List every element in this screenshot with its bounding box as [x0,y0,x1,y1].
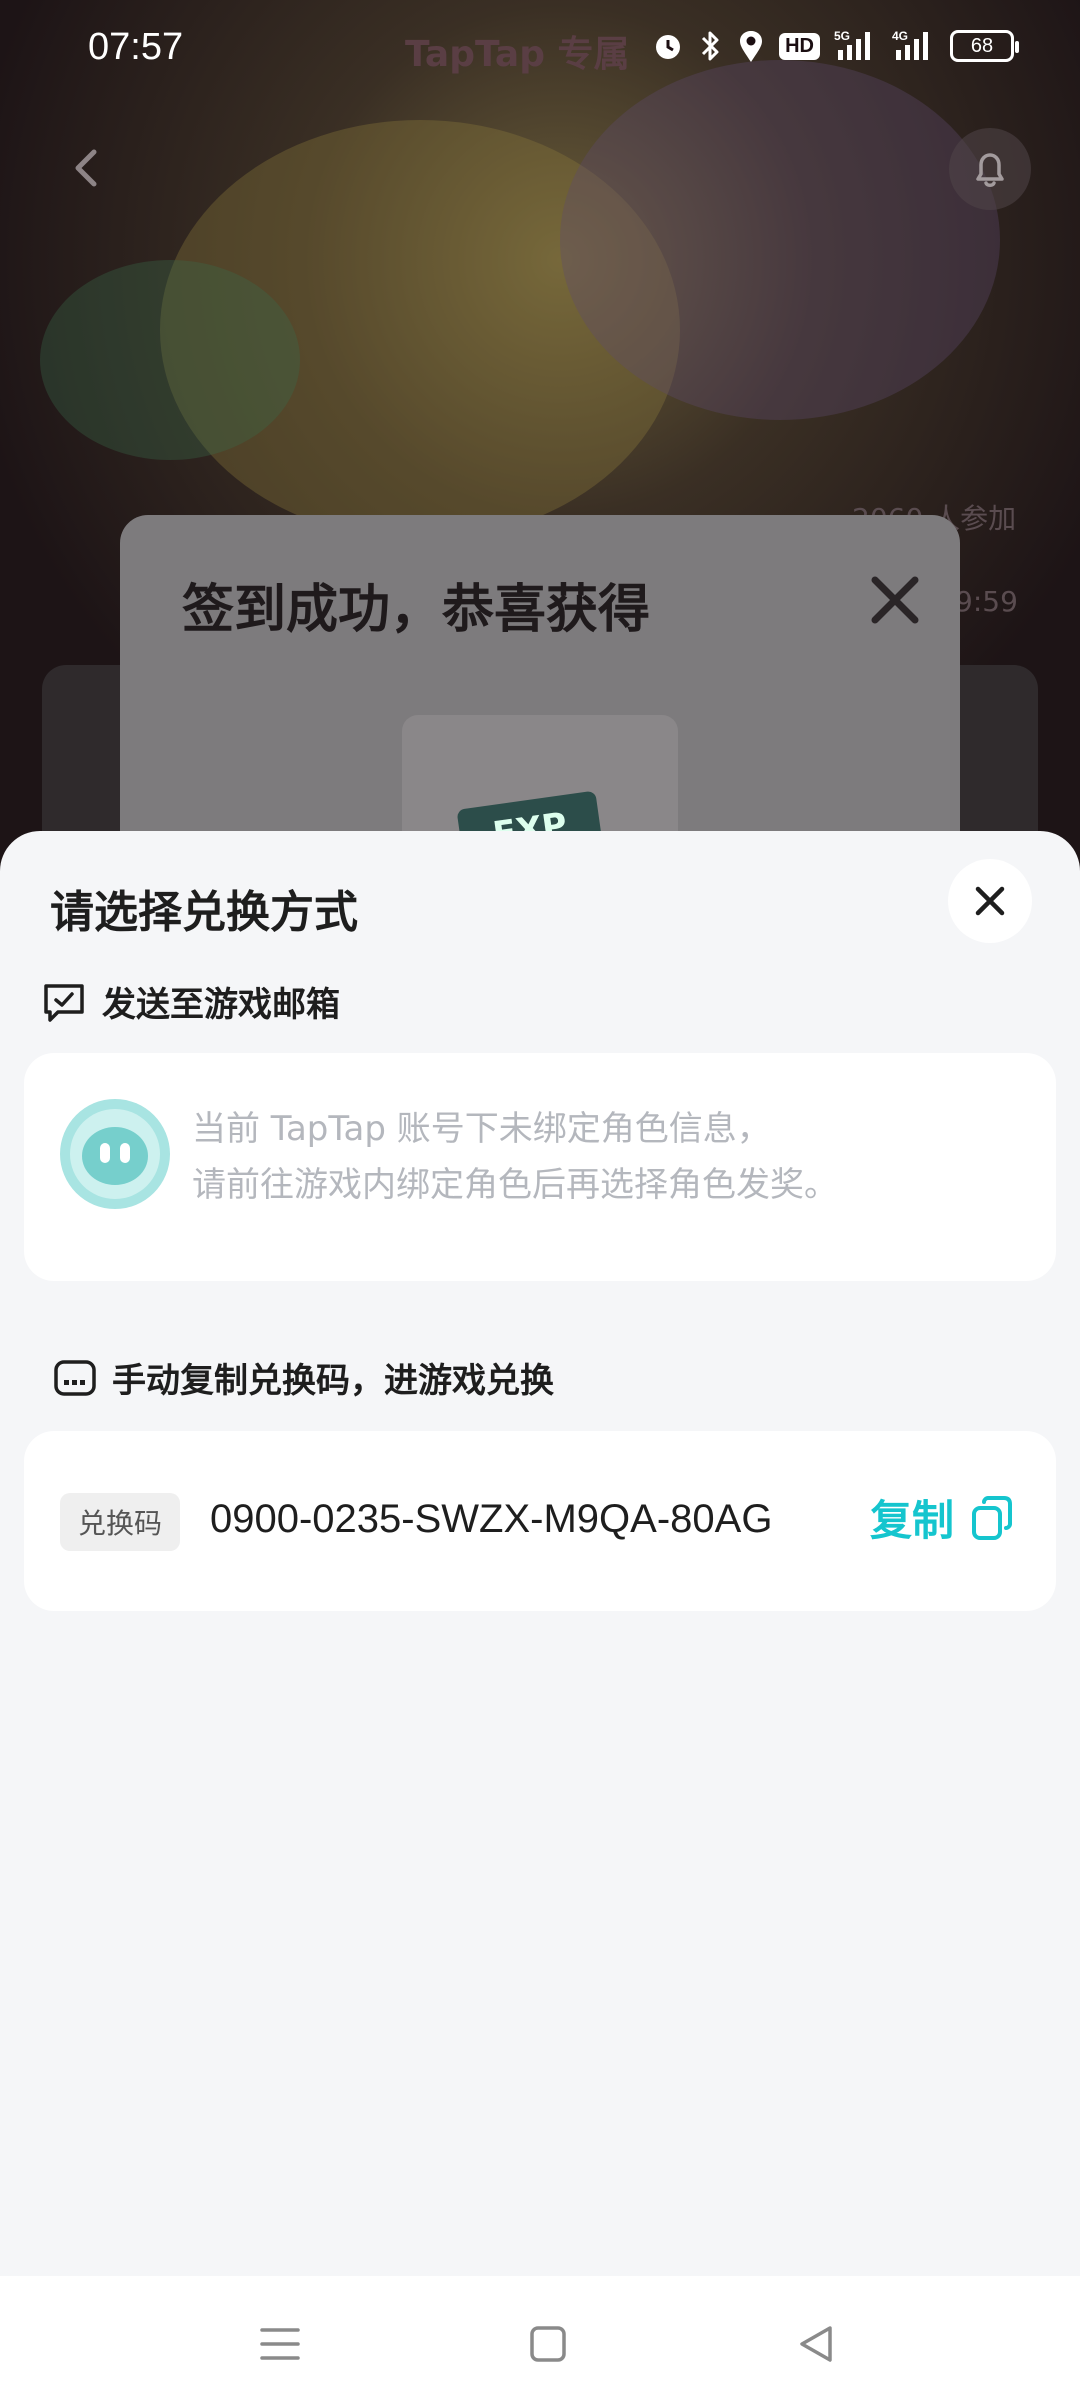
message-line-2: 请前往游戏内绑定角色后再选择角色发奖。 [192,1165,838,1205]
mailbox-icon [44,983,84,1022]
mailbox-card: 当前 TapTap 账号下未绑定角色信息， 请前往游戏内绑定角色后再选择角色发奖… [24,1053,1056,1281]
placeholder-avatar [60,1099,170,1209]
code-section-header: 手动复制兑换码，进游戏兑换 [52,1353,554,1402]
status-icons: HD 5G 4G 68 [651,28,1019,64]
network-type-1: 5G [834,29,850,43]
nav-home-button[interactable] [518,2314,578,2374]
signal-4g-icon: 4G [892,29,928,60]
mailbox-section-label: 发送至游戏邮箱 [102,985,340,1025]
redeem-code-value[interactable]: 0900-0235-SWZX-M9QA-80AG [210,1497,772,1542]
alarm-icon [656,35,681,59]
banner-art-accent [40,260,300,460]
signal-5g-icon: 5G [834,29,870,60]
message-line-1: 当前 TapTap 账号下未绑定角色信息， [192,1109,771,1149]
hd-badge: HD [779,32,820,60]
copy-label: 复制 [870,1496,955,1545]
dialog-close-button[interactable] [865,570,925,630]
redeem-code-card: 兑换码 0900-0235-SWZX-M9QA-80AG 复制 [24,1431,1056,1611]
bluetooth-icon [702,31,719,61]
status-bar: 07:57 HD 5G 4G 68 [0,0,1080,96]
status-time: 07:57 [88,26,184,68]
redeem-code-tag: 兑换码 [60,1493,181,1551]
nav-back-icon [800,2326,832,2362]
network-type-2: 4G [892,29,908,43]
copy-icon [972,1495,1013,1540]
mailbox-section-header: 发送至游戏邮箱 [40,977,340,1026]
notification-button[interactable] [949,128,1031,210]
battery-indicator: 68 [950,30,1019,62]
nav-menu-button[interactable] [250,2314,310,2374]
back-icon [75,149,97,187]
sheet-title: 请选择兑换方式 [50,887,358,938]
unbound-role-message: 当前 TapTap 账号下未绑定角色信息， 请前往游戏内绑定角色后再选择角色发奖… [192,1101,838,1213]
bell-icon [976,153,1004,187]
menu-icon [260,2328,300,2360]
close-icon [871,576,919,624]
countdown-timer: 9:59 [955,585,1018,618]
code-section-label: 手动复制兑换码，进游戏兑换 [112,1361,554,1401]
redeem-method-sheet: 请选择兑换方式 发送至游戏邮箱 当前 TapTap 账号下未绑定角色信息， 请前… [0,831,1080,2276]
home-icon [530,2326,566,2362]
banner-art-character [560,60,1000,420]
sheet-close-button[interactable] [948,859,1032,943]
system-nav-bar [0,2276,1080,2408]
dialog-title: 签到成功，恭喜获得 [182,580,651,640]
location-icon [740,31,763,62]
code-icon [54,1359,96,1396]
copy-code-button[interactable]: 复制 [870,1487,1016,1548]
battery-level: 68 [970,34,994,57]
back-button[interactable] [58,138,118,198]
close-icon [975,886,1005,916]
nav-back-button[interactable] [786,2314,846,2374]
